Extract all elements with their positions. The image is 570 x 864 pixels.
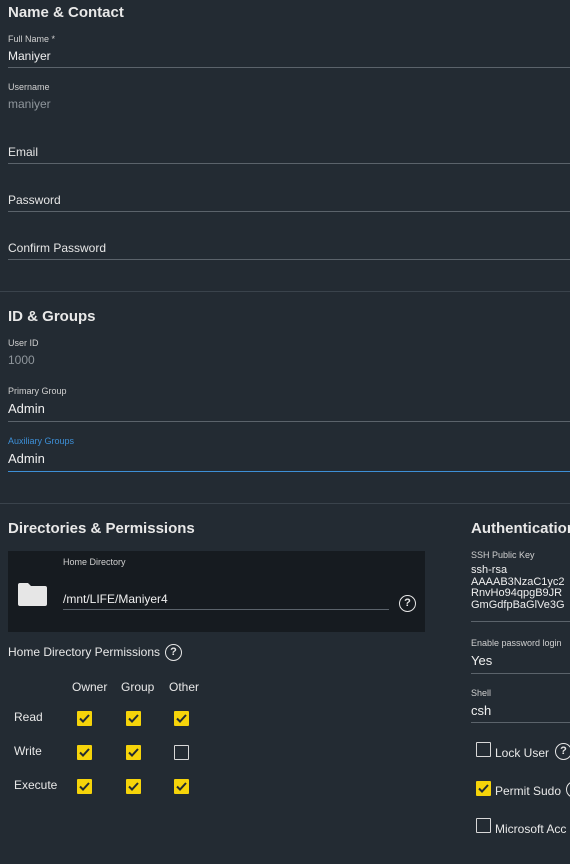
permit-sudo-label: Permit Sudo [495, 784, 562, 798]
shell-label: Shell [471, 688, 492, 698]
password-placeholder: Password [8, 193, 61, 207]
perm-row-execute: Execute [14, 778, 58, 792]
lock-user-checkbox[interactable] [476, 742, 491, 757]
ssh-key-line: GmGdfpBaGlVe3G [471, 598, 565, 611]
confirm-password-field[interactable]: Confirm Password [8, 240, 570, 260]
ssh-public-key-field[interactable]: SSH Public Key ssh-rsa AAAAB3NzaC1yc2 Rn… [471, 549, 570, 622]
help-icon[interactable]: ? [399, 595, 416, 612]
home-directory-box: Home Directory /mnt/LIFE/Maniyer4 ? [8, 551, 425, 632]
full-name-input[interactable]: Maniyer [8, 48, 570, 64]
home-directory-label: Home Directory [63, 557, 126, 567]
enable-password-login-value: Yes [471, 653, 493, 668]
section-title-id-groups: ID & Groups [8, 308, 96, 325]
username-field: Username maniyer [8, 81, 570, 115]
microsoft-account-checkbox[interactable] [476, 818, 491, 833]
ssh-public-key-label: SSH Public Key [471, 550, 535, 560]
auxiliary-groups-value: Admin [8, 451, 45, 466]
password-field[interactable]: Password [8, 192, 570, 212]
full-name-label: Full Name * [8, 34, 56, 44]
perm-checkbox-execute-group[interactable] [126, 779, 141, 794]
confirm-password-placeholder: Confirm Password [8, 241, 107, 255]
shell-select[interactable]: Shell csh [471, 687, 570, 723]
home-permissions-title: Home Directory Permissions [8, 645, 161, 659]
help-icon[interactable]: ? [555, 743, 570, 760]
ssh-key-line: RnvHo94qpgB9JR [471, 587, 563, 599]
perm-checkbox-read-owner[interactable] [77, 711, 92, 726]
perm-col-group: Group [121, 680, 155, 694]
full-name-field[interactable]: Full Name * Maniyer [8, 33, 570, 68]
username-label: Username [8, 82, 50, 92]
user-id-label: User ID [8, 338, 39, 348]
ssh-key-line: ssh-rsa [471, 564, 508, 576]
permit-sudo-checkbox[interactable] [476, 781, 491, 796]
section-title-directories-permissions: Directories & Permissions [8, 520, 195, 537]
section-divider [0, 503, 570, 504]
lock-user-label: Lock User [495, 746, 550, 760]
perm-col-other: Other [169, 680, 200, 694]
auxiliary-groups-select[interactable]: Auxiliary Groups Admin [8, 435, 570, 472]
section-title-authentication: Authentication [471, 520, 570, 537]
perm-checkbox-write-group[interactable] [126, 745, 141, 760]
email-field[interactable]: Email [8, 144, 570, 164]
perm-row-write: Write [14, 744, 42, 758]
folder-icon[interactable] [17, 582, 48, 612]
user-id-field: User ID 1000 [8, 337, 570, 371]
primary-group-select[interactable]: Primary Group Admin [8, 385, 570, 422]
perm-col-owner: Owner [72, 680, 108, 694]
perm-checkbox-write-other[interactable] [174, 745, 189, 760]
perm-checkbox-execute-other[interactable] [174, 779, 189, 794]
home-directory-input[interactable]: /mnt/LIFE/Maniyer4 [63, 591, 389, 610]
section-divider [0, 291, 570, 292]
perm-checkbox-write-owner[interactable] [77, 745, 92, 760]
section-title-name-contact: Name & Contact [8, 4, 124, 21]
auxiliary-groups-label: Auxiliary Groups [8, 436, 75, 446]
primary-group-value: Admin [8, 401, 45, 416]
email-placeholder: Email [8, 145, 39, 159]
perm-checkbox-execute-owner[interactable] [77, 779, 92, 794]
enable-password-login-label: Enable password login [471, 638, 562, 648]
help-icon[interactable]: ? [165, 644, 182, 661]
perm-checkbox-read-other[interactable] [174, 711, 189, 726]
primary-group-label: Primary Group [8, 386, 67, 396]
username-value: maniyer [8, 97, 51, 111]
microsoft-account-label: Microsoft Acc [495, 822, 567, 836]
perm-checkbox-read-group[interactable] [126, 711, 141, 726]
user-id-value: 1000 [8, 353, 35, 367]
shell-value: csh [471, 703, 492, 718]
enable-password-login-select[interactable]: Enable password login Yes [471, 637, 570, 674]
perm-row-read: Read [14, 710, 43, 724]
help-icon[interactable]: ? [566, 781, 570, 798]
